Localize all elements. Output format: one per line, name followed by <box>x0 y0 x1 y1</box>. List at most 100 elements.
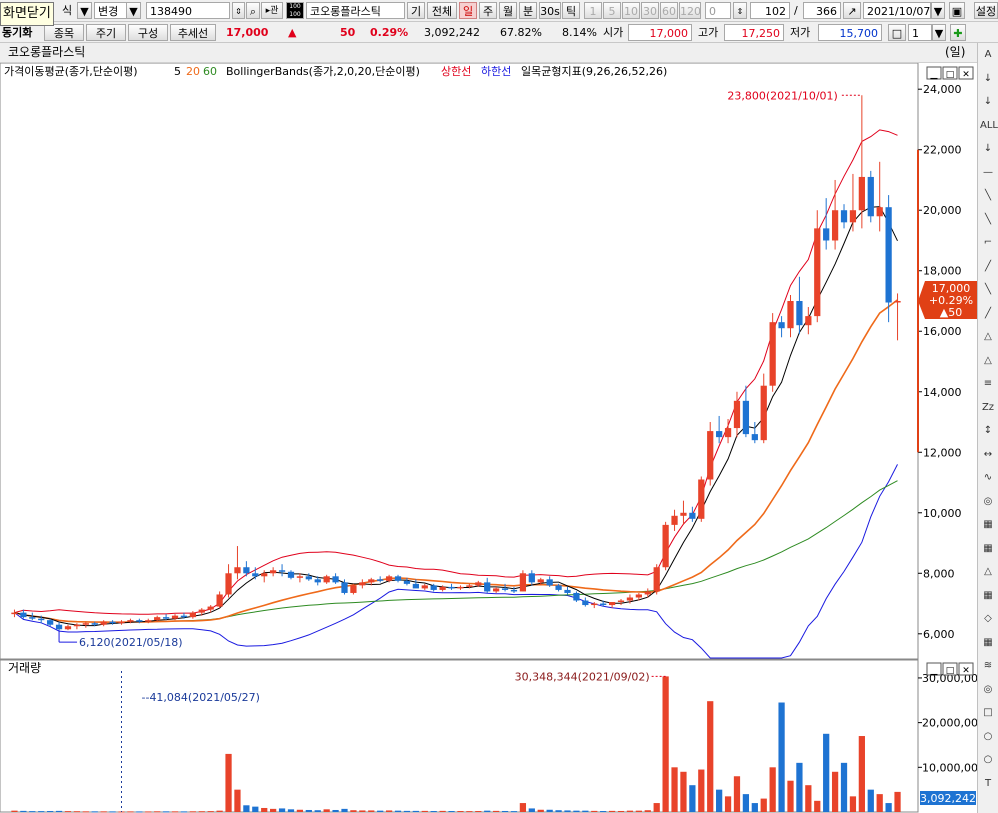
sync-label[interactable]: 동기화 <box>2 24 32 41</box>
drawing-tool-icon[interactable]: ╲ <box>980 212 996 228</box>
trendline-tab-button[interactable]: 추세선 <box>170 24 216 41</box>
drawing-tool-icon[interactable]: ≡ <box>980 376 996 392</box>
drawing-tool-icon[interactable]: ∿ <box>980 470 996 486</box>
volume-bar <box>671 767 678 812</box>
drawing-tool-icon[interactable]: ▦ <box>980 517 996 533</box>
drawing-tool-icon[interactable]: A <box>980 47 996 63</box>
volume-bar <box>733 776 741 812</box>
config-tab-button[interactable]: 구성 <box>128 24 168 41</box>
interval-120-button[interactable]: 120 <box>679 2 701 19</box>
change-arrow-icon: ▲ <box>288 26 297 39</box>
drawing-tool-icon[interactable]: ALL <box>980 118 998 134</box>
close-screen-tooltip[interactable]: 화면닫기 <box>0 2 54 26</box>
drawing-tool-icon[interactable]: ○ <box>980 752 996 768</box>
change-dropdown-icon[interactable]: ▼ <box>126 2 141 19</box>
price-axis-label: 12,000 <box>923 446 962 459</box>
screen-count-select[interactable]: 1 <box>908 24 932 41</box>
volume-bar <box>876 794 883 812</box>
related-stocks-icon[interactable]: ▸관 <box>261 2 283 19</box>
drawing-tool-icon[interactable]: Zz <box>980 400 996 416</box>
search-icon[interactable]: ⌕ <box>246 2 260 19</box>
drawing-tool-icon[interactable]: □ <box>980 705 996 721</box>
period-tab-button[interactable]: 주기 <box>86 24 126 41</box>
drawing-tool-icon[interactable]: ⌐ <box>980 235 996 251</box>
drawing-tool-icon[interactable]: △ <box>980 564 996 580</box>
change-button[interactable]: 변경 <box>94 2 128 19</box>
chart-trend-icon[interactable]: ↗ <box>843 2 861 19</box>
candle-body <box>707 431 714 480</box>
drawing-tool-icon[interactable]: △ <box>980 329 996 345</box>
legend-bb-lower: 하한선 <box>481 64 511 78</box>
drawing-tool-icon[interactable]: ≋ <box>980 658 996 674</box>
tab-minute[interactable]: 분 <box>519 2 537 19</box>
volume-min-label: --41,084(2021/05/27) <box>142 691 260 704</box>
drawing-tool-icon[interactable]: ↓ <box>980 94 996 110</box>
tab-30s[interactable]: 30s <box>539 2 561 19</box>
drawing-tool-icon[interactable]: ╲ <box>980 188 996 204</box>
add-screen-icon[interactable]: ✚ <box>950 24 966 41</box>
tab-tick[interactable]: 틱 <box>562 2 580 19</box>
date-input[interactable]: 2021/10/07 <box>863 2 931 19</box>
tab-day[interactable]: 일 <box>459 2 477 19</box>
quantity-100-icon[interactable]: 100 100 <box>286 2 304 19</box>
stock-tab-button[interactable]: 종목 <box>44 24 84 41</box>
candle-body <box>154 617 161 621</box>
interval-spinner-input[interactable]: 0 <box>705 2 731 19</box>
volume-bar <box>314 810 321 812</box>
volume-bar <box>82 811 89 813</box>
current-price-badge-change: ▲50 <box>940 306 962 319</box>
price-axis-label: 18,000 <box>923 265 962 278</box>
interval-10-button[interactable]: 10 <box>622 2 640 19</box>
settings-button[interactable]: 설정 <box>974 2 998 19</box>
interval-60-button[interactable]: 60 <box>660 2 678 19</box>
price-panel-button-icon: □ <box>946 70 955 80</box>
volume-bar <box>608 810 616 812</box>
drawing-tool-icon[interactable]: ↕ <box>980 423 996 439</box>
drawing-tool-icon[interactable]: ▦ <box>980 541 996 557</box>
tab-month[interactable]: 월 <box>499 2 517 19</box>
gi-button[interactable]: 기 <box>407 2 425 19</box>
drawing-tool-icon[interactable]: ◎ <box>980 682 996 698</box>
candle-body <box>118 621 125 624</box>
drawing-tool-icon[interactable]: ◎ <box>980 494 996 510</box>
drawing-tool-icon[interactable]: ↓ <box>980 141 996 157</box>
stock-code-input[interactable]: 138490 <box>146 2 230 19</box>
drawing-tool-icon[interactable]: ○ <box>980 729 996 745</box>
date-dropdown-icon[interactable]: ▼ <box>931 2 945 19</box>
candle-body <box>466 585 473 587</box>
drawing-tool-icon[interactable]: △ <box>980 353 996 369</box>
stock-chart[interactable]: 가격이동평균(종가,단순이평) 5 20 60 BollingerBands(종… <box>0 63 977 813</box>
interval-5-button[interactable]: 5 <box>603 2 621 19</box>
interval-spinner-icon[interactable]: ⇕ <box>733 2 747 19</box>
order-type-dropdown-icon[interactable]: ▼ <box>77 2 92 19</box>
count-current-input[interactable]: 102 <box>750 2 790 19</box>
tab-week[interactable]: 주 <box>479 2 497 19</box>
volume-bar <box>537 809 544 812</box>
drawing-tool-icon[interactable]: ╱ <box>980 306 996 322</box>
screen-checkbox[interactable]: □ <box>888 24 906 41</box>
interval-30-button[interactable]: 30 <box>641 2 659 19</box>
drawing-tool-icon[interactable]: ↔ <box>980 447 996 463</box>
drawing-tool-icon[interactable]: — <box>980 165 996 181</box>
screen-count-dropdown-icon[interactable]: ▼ <box>932 24 946 41</box>
candle-body <box>332 576 339 583</box>
drawing-tool-icon[interactable]: ╱ <box>980 259 996 275</box>
volume-bar <box>510 811 518 813</box>
drawing-tool-icon[interactable]: ↓ <box>980 71 996 87</box>
save-icon[interactable]: ▣ <box>949 2 965 19</box>
drawing-tool-icon[interactable]: ▦ <box>980 588 996 604</box>
drawing-tool-icon[interactable]: ▦ <box>980 635 996 651</box>
volume-bar <box>840 762 848 812</box>
code-spinner-icon[interactable]: ⇕ <box>232 2 245 19</box>
candle-body <box>689 512 696 519</box>
interval-1-button[interactable]: 1 <box>584 2 602 19</box>
volume-bar <box>154 811 161 813</box>
drawing-tool-icon[interactable]: ◇ <box>980 611 996 627</box>
all-button[interactable]: 전체 <box>427 2 457 19</box>
price-axis-label: 22,000 <box>923 144 962 157</box>
low-value: 15,700 <box>818 24 882 41</box>
volume-bar <box>270 808 277 812</box>
drawing-tool-icon[interactable]: T <box>980 776 996 792</box>
drawing-tool-icon[interactable]: ╲ <box>980 282 996 298</box>
volume-bar <box>493 810 500 812</box>
